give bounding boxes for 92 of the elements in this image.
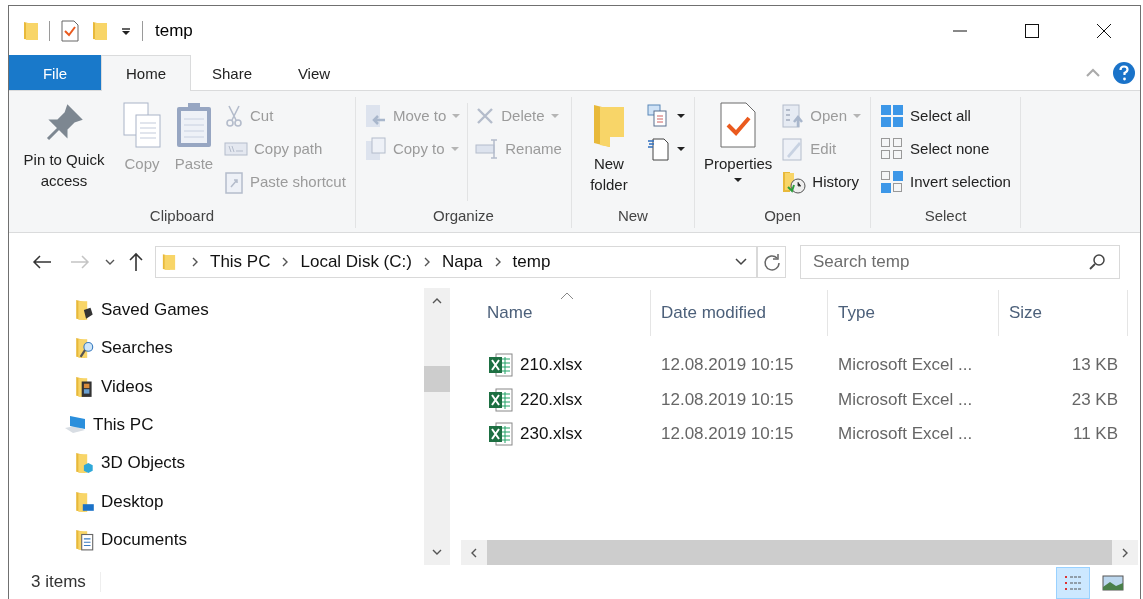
maximize-icon [1024, 22, 1040, 39]
size-cell-text: 13 KB [1070, 354, 1119, 377]
file-name[interactable]: 230.xlsx [461, 417, 651, 452]
up-arrow-icon [128, 252, 144, 272]
breadcrumb-item[interactable]: Local Disk (C:) [300, 252, 412, 272]
rename-icon [475, 136, 500, 161]
checkmark-document-icon[interactable] [60, 19, 80, 42]
ribbon-button[interactable]: Pin to Quick access [15, 99, 113, 193]
pencil-document-icon [782, 136, 805, 161]
copy-to-icon [364, 136, 387, 161]
close-icon [1096, 22, 1112, 39]
tree-item[interactable]: 3D Objects [9, 444, 424, 483]
spreadsheet-file-icon [488, 421, 514, 448]
column-header[interactable]: Size [999, 290, 1128, 336]
grid-icon [880, 136, 905, 161]
cube-folder-icon [75, 452, 95, 475]
column-header[interactable]: Date modified [651, 290, 828, 336]
ribbon-button[interactable]: New folder [577, 99, 640, 197]
breadcrumb-item[interactable]: This PC [210, 252, 271, 272]
details-list-icon [1063, 574, 1083, 592]
vertical-scrollbar[interactable] [424, 288, 450, 565]
checkmark-document-icon [718, 101, 759, 149]
file-name[interactable]: 220.xlsx [461, 382, 651, 418]
tree-item[interactable]: Documents [9, 520, 424, 560]
ribbon-button[interactable]: Select all [877, 99, 1014, 132]
landscape-image-icon [1102, 575, 1124, 591]
folder-icon [162, 252, 176, 272]
ribbon-tab[interactable]: File [9, 55, 101, 90]
type-cell-text: Microsoft Excel ... [837, 354, 974, 377]
chevron-down-icon [734, 256, 748, 268]
back-arrow-icon [32, 254, 52, 270]
document-icon [646, 136, 671, 161]
date-cell-text: 12.08.2019 10:15 [660, 388, 795, 411]
type-cell-text: Microsoft Excel ... [837, 423, 974, 446]
copy-icon [120, 101, 164, 149]
folder-icon [92, 20, 108, 41]
game-folder-icon [75, 299, 95, 322]
minimize-icon [952, 29, 968, 32]
tree-item[interactable]: Saved Games [9, 291, 424, 330]
tree-item[interactable]: This PC [9, 405, 424, 445]
spreadsheet-file-icon [488, 352, 514, 379]
search-icon [1088, 253, 1106, 271]
breadcrumb-item[interactable]: Napa [441, 252, 483, 272]
sort-icon [560, 292, 574, 300]
window-title: temp [155, 20, 194, 41]
desktop-folder-icon [75, 490, 95, 513]
forward-arrow-icon [70, 254, 90, 270]
tree-item[interactable]: Videos [9, 367, 424, 406]
address-bar[interactable]: This PC Local Disk (C:) Napa temp [155, 246, 758, 278]
group-label: New [616, 207, 649, 226]
size-cell-text: 23 KB [1070, 388, 1119, 411]
item-count: 3 items [31, 572, 101, 592]
document-folder-icon [75, 528, 95, 551]
close-icon [475, 105, 496, 126]
help-icon[interactable] [1112, 60, 1136, 85]
tree-item[interactable]: Searches [9, 329, 424, 368]
refresh-button[interactable] [758, 246, 786, 278]
group-label: Open [763, 207, 802, 226]
ribbon-tab[interactable]: Home [101, 55, 191, 91]
film-folder-icon [75, 375, 95, 398]
type-cell-text: Microsoft Excel ... [837, 388, 974, 411]
tree-item[interactable]: Desktop [9, 482, 424, 521]
date-cell-text: 12.08.2019 10:15 [660, 354, 795, 377]
ribbon-button[interactable]: History [779, 165, 865, 198]
ribbon-button[interactable]: Invert selection [877, 165, 1014, 198]
refresh-icon [761, 252, 782, 272]
spreadsheet-file-icon [488, 386, 514, 413]
scrollbar-thumb[interactable] [424, 366, 450, 392]
file-name[interactable]: 210.xlsx [461, 348, 651, 383]
group-label: Organize [432, 207, 495, 226]
grid-icon [880, 103, 905, 128]
move-icon [364, 103, 387, 128]
grid-icon [880, 169, 905, 194]
column-header[interactable]: Type [828, 290, 999, 336]
ribbon-button[interactable]: Select none [877, 132, 1014, 165]
group-label: Select [923, 207, 968, 226]
path-icon [224, 140, 248, 157]
group-label: Clipboard [148, 207, 216, 226]
open-document-icon [782, 103, 805, 128]
clipboard-icon [174, 101, 214, 149]
scissors-icon [224, 103, 244, 128]
search-folder-icon [75, 337, 95, 360]
size-cell-text: 11 KB [1071, 423, 1119, 446]
column-header[interactable]: Name [461, 290, 651, 336]
ribbon-button[interactable]: Properties [700, 99, 776, 184]
history-icon [782, 169, 807, 194]
details-view-button[interactable] [1056, 567, 1090, 599]
date-cell-text: 12.08.2019 10:15 [660, 423, 795, 446]
search-field[interactable]: Search temp [800, 245, 1120, 279]
breadcrumb-item[interactable]: temp [512, 252, 551, 272]
shortcut-icon [224, 169, 244, 194]
folder-icon [23, 20, 39, 41]
